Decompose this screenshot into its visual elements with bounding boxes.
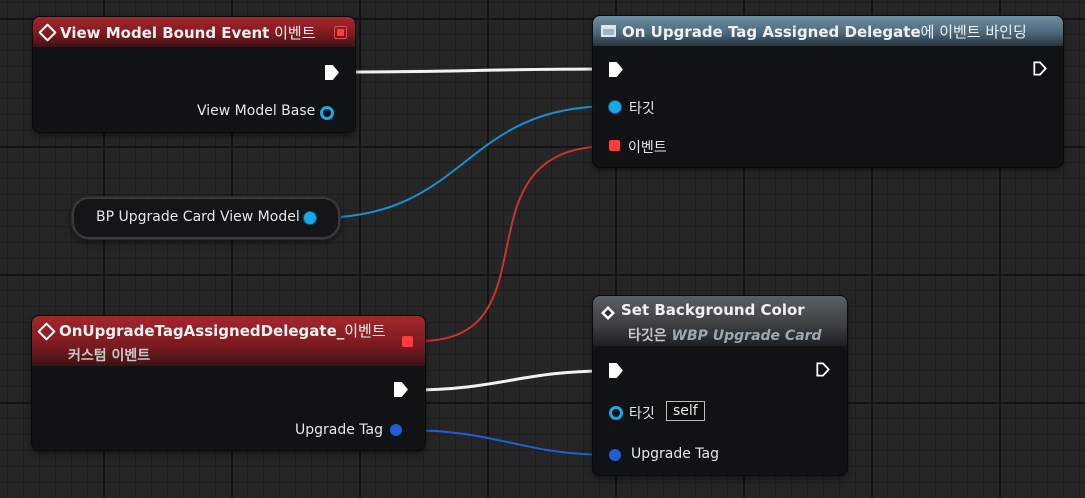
delegate-wire-custom-to-event (419, 145, 611, 342)
pin-label-upgrade-tag: Upgrade Tag (631, 446, 720, 462)
bind-event-node[interactable]: On Upgrade Tag Assigned Delegate에 이벤트 바인… (593, 16, 1063, 167)
object-wire-variable-to-target (316, 105, 613, 219)
subtitle-target-class: WBP Upgrade Card (671, 328, 822, 344)
node-title-suffix: 이벤트 (344, 322, 386, 340)
node-subtitle: 타깃은 WBP Upgrade Card (628, 325, 822, 345)
exec-output-pin[interactable] (816, 362, 830, 377)
event-input-pin[interactable] (609, 140, 620, 151)
node-title: On Upgrade Tag Assigned Delegate (622, 22, 921, 41)
node-header[interactable]: OnUpgradeTagAssignedDelegate_이벤트 커스텀 이벤트 (32, 316, 425, 366)
variable-label: BP Upgrade Card View Model (96, 209, 300, 225)
view-model-bound-event-node[interactable]: View Model Bound Event 이벤트 View Model Ba… (33, 17, 355, 132)
custom-event-node[interactable]: OnUpgradeTagAssignedDelegate_이벤트 커스텀 이벤트… (32, 316, 425, 450)
exec-output-pin[interactable] (394, 382, 408, 397)
struct-wire-tag-to-tag (403, 429, 613, 456)
target-input-pin[interactable] (609, 406, 623, 420)
pin-label-view-model-base: View Model Base (197, 103, 316, 119)
event-diamond-icon (37, 322, 56, 341)
node-title: View Model Bound Event (60, 23, 270, 42)
function-icon (601, 306, 615, 324)
node-header[interactable]: On Upgrade Tag Assigned Delegate에 이벤트 바인… (593, 16, 1063, 46)
node-header[interactable]: Set Background Color 타깃은 WBP Upgrade Car… (593, 296, 847, 346)
exec-input-pin[interactable] (609, 62, 623, 77)
bp-upgrade-card-view-model-variable[interactable]: BP Upgrade Card View Model (72, 197, 340, 239)
node-title-suffix: 이벤트 (269, 23, 316, 42)
delegate-output-pin[interactable] (402, 336, 413, 347)
variable-output-pin[interactable] (304, 212, 316, 224)
target-input-pin[interactable] (609, 101, 621, 113)
view-model-base-output-pin[interactable] (320, 106, 334, 120)
event-diamond-icon (38, 22, 57, 42)
set-background-color-node[interactable]: Set Background Color 타깃은 WBP Upgrade Car… (593, 296, 847, 475)
pin-label-target: 타깃 (629, 406, 655, 422)
exec-wire-bound-to-bind (339, 67, 608, 74)
pin-label-event: 이벤트 (628, 140, 667, 156)
exec-output-pin[interactable] (325, 65, 339, 80)
upgrade-tag-output-pin[interactable] (390, 424, 402, 436)
upgrade-tag-input-pin[interactable] (609, 449, 621, 461)
node-title-suffix: 에 이벤트 바인딩 (920, 22, 1027, 41)
window-icon (601, 25, 616, 37)
pin-label-target: 타깃 (629, 101, 655, 117)
target-self-field[interactable]: self (666, 401, 705, 421)
exec-input-pin[interactable] (609, 363, 623, 378)
node-header[interactable]: View Model Bound Event 이벤트 (33, 17, 355, 47)
node-title: OnUpgradeTagAssignedDelegate_ (59, 322, 345, 340)
delegate-output-pin[interactable] (334, 26, 347, 39)
node-subtitle: 커스텀 이벤트 (68, 348, 151, 364)
pin-label-upgrade-tag: Upgrade Tag (295, 422, 384, 438)
exec-output-pin[interactable] (1033, 61, 1047, 76)
exec-wire-custom-to-set (409, 369, 608, 392)
subtitle-prefix: 타깃은 (628, 328, 672, 344)
node-title: Set Background Color (621, 301, 805, 319)
